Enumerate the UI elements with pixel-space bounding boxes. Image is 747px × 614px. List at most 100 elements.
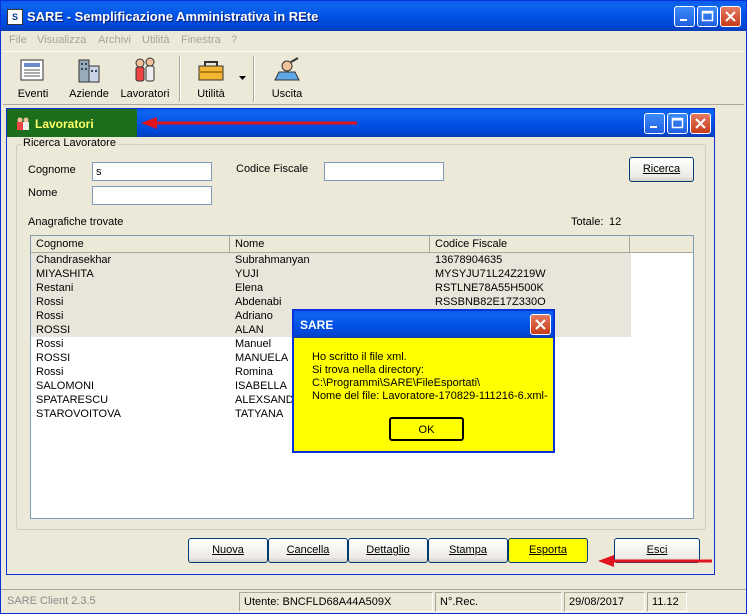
maximize-icon	[671, 117, 684, 129]
col-codice-fiscale[interactable]: Codice Fiscale	[430, 236, 630, 253]
cell-cognome: Chandrasekhar	[36, 254, 112, 266]
toolbar-separator	[179, 56, 181, 102]
dropdown-arrow-icon[interactable]	[239, 76, 247, 82]
codice-fiscale-input[interactable]	[324, 162, 444, 181]
child-maximize-button[interactable]	[667, 113, 688, 134]
dialog-titlebar[interactable]: SARE	[294, 311, 553, 338]
statusbar: SARE Client 2.3.5 Utente: BNCFLD68A44A50…	[1, 589, 746, 613]
table-row[interactable]: Restani Elena RSTLNE78A55H500K	[31, 281, 631, 295]
dialog-message: Ho scritto il file xml. Si trova nella d…	[312, 351, 552, 403]
child-close-button[interactable]	[690, 113, 711, 134]
close-button[interactable]	[720, 6, 741, 27]
main-window: S SARE - Semplificazione Amministrativa …	[0, 0, 747, 614]
cognome-label: Cognome	[28, 164, 76, 176]
stampa-button[interactable]: Stampa	[428, 538, 508, 563]
cell-nome: Abdenabi	[235, 296, 282, 308]
cancella-button[interactable]: Cancella	[268, 538, 348, 563]
grid-header: Cognome Nome Codice Fiscale	[31, 236, 693, 253]
eventi-button[interactable]: Eventi	[11, 54, 55, 104]
dettaglio-button[interactable]: Dettaglio	[348, 538, 428, 563]
status-date: 29/08/2017	[564, 592, 645, 612]
found-label: Anagrafiche trovate	[28, 216, 124, 228]
cell-cognome: Rossi	[36, 296, 64, 308]
close-icon	[695, 118, 706, 129]
workers-icon	[17, 117, 29, 130]
uscita-button[interactable]: Uscita	[265, 54, 309, 104]
col-nome[interactable]: Nome	[230, 236, 430, 253]
cell-cognome: MIYASHITA	[36, 268, 94, 280]
cell-cognome: Restani	[36, 282, 74, 294]
cell-nome: Adriano	[235, 310, 273, 322]
aziende-label: Aziende	[69, 88, 109, 100]
child-minimize-button[interactable]	[644, 113, 665, 134]
cognome-input[interactable]: s	[92, 162, 212, 181]
utilita-button[interactable]: Utilità	[189, 54, 233, 104]
table-row[interactable]: MIYASHITA YUJI MYSYJU71L24Z219W	[31, 267, 631, 281]
app-title: SARE - Semplificazione Amministrativa in…	[27, 9, 319, 24]
cell-nome: Manuel	[235, 338, 272, 350]
menu-visualizza[interactable]: Visualizza	[37, 34, 86, 46]
dialog-line: C:\Programmi\SARE\FileEsportati\	[312, 377, 481, 389]
cell-nome: ISABELLA	[235, 380, 287, 392]
menu-archivi[interactable]: Archivi	[98, 34, 131, 46]
toolbar-separator	[253, 56, 255, 102]
newspaper-icon	[20, 59, 44, 81]
minimize-button[interactable]	[674, 6, 695, 27]
table-row[interactable]: Rossi Abdenabi RSSBNB82E17Z330O	[31, 295, 631, 309]
dialog-line: Si trova nella directory:	[312, 364, 424, 376]
child-title: Lavoratori	[35, 117, 94, 131]
total-value: 12	[609, 216, 622, 228]
cell-codice-fiscale: RSTLNE78A55H500K	[435, 282, 544, 294]
minimize-icon	[680, 19, 687, 21]
menu-utilita[interactable]: Utilità	[142, 34, 170, 46]
maximize-button[interactable]	[697, 6, 718, 27]
sare-dialog: SARE Ho scritto il file xml. Si trova ne…	[292, 309, 555, 453]
workers-icon	[135, 57, 155, 82]
cell-codice-fiscale: RSSBNB82E17Z330O	[435, 296, 546, 308]
dialog-close-button[interactable]	[530, 314, 551, 335]
lavoratori-label: Lavoratori	[120, 88, 170, 100]
nome-input[interactable]	[92, 186, 212, 205]
cell-cognome: STAROVOITOVA	[36, 408, 121, 420]
annotation-arrow-icon	[598, 555, 712, 567]
cell-cognome: Rossi	[36, 366, 64, 378]
cell-cognome: SPATARESCU	[36, 394, 109, 406]
cell-nome: ALEXSAND	[235, 394, 294, 406]
search-group-label: Ricerca Lavoratore	[21, 137, 118, 149]
uscita-label: Uscita	[271, 88, 303, 100]
lavoratori-button[interactable]: Lavoratori	[117, 54, 173, 104]
menu-help[interactable]: ?	[231, 34, 237, 46]
esporta-button[interactable]: Esporta	[508, 538, 588, 563]
col-cognome[interactable]: Cognome	[31, 236, 230, 253]
cell-nome: YUJI	[235, 268, 259, 280]
cell-cognome: ROSSI	[36, 324, 71, 336]
cell-cognome: Rossi	[36, 338, 64, 350]
toolbar: Eventi Aziende Lavoratori Utilità Uscita	[3, 51, 744, 105]
eventi-label: Eventi	[17, 88, 49, 100]
cell-cognome: Rossi	[36, 310, 64, 322]
close-icon	[535, 319, 546, 330]
menu-finestra[interactable]: Finestra	[181, 34, 221, 46]
cell-nome: TATYANA	[235, 408, 284, 420]
minimize-icon	[650, 126, 657, 128]
cell-codice-fiscale: MYSYJU71L24Z219W	[435, 268, 546, 280]
cell-nome: Elena	[235, 282, 264, 294]
utilita-label: Utilità	[197, 88, 225, 100]
aziende-button[interactable]: Aziende	[67, 54, 111, 104]
app-icon: S	[7, 9, 23, 25]
menu-file[interactable]: File	[9, 34, 27, 46]
status-time: 11.12	[647, 592, 687, 612]
cell-nome: Romina	[235, 366, 273, 378]
codice-fiscale-label: Codice Fiscale	[236, 163, 309, 175]
ricerca-button[interactable]: Ricerca	[629, 157, 694, 182]
cell-cognome: ROSSI	[36, 352, 71, 364]
nuova-button[interactable]: Nuova	[188, 538, 268, 563]
child-titlebar[interactable]: Lavoratori	[7, 109, 714, 137]
cell-codice-fiscale: 13678904635	[435, 254, 503, 266]
dialog-line: Nome del file: Lavoratore-170829-111216-…	[312, 390, 548, 402]
ok-button[interactable]: OK	[389, 417, 464, 441]
main-titlebar[interactable]: S SARE - Semplificazione Amministrativa …	[1, 1, 746, 31]
menubar: File Visualizza Archivi Utilità Finestra…	[1, 31, 746, 49]
table-row[interactable]: Chandrasekhar Subrahmanyan 13678904635	[31, 253, 631, 267]
building-icon	[78, 59, 100, 83]
